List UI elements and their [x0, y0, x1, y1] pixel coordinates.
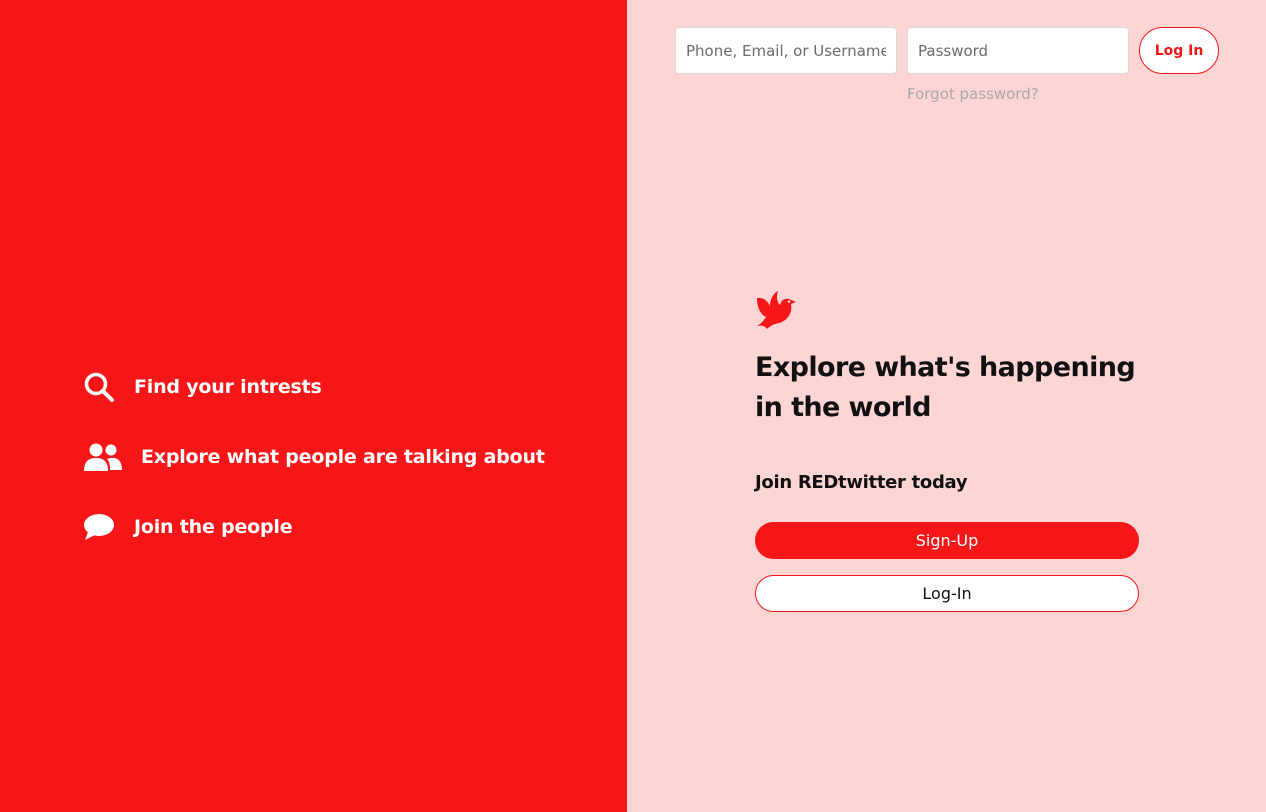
left-panel: Find your intrests Explore what people a…: [0, 0, 627, 812]
forgot-password-link[interactable]: Forgot password?: [907, 85, 1039, 103]
bird-logo-icon: [755, 288, 1155, 330]
login-secondary-button[interactable]: Log-In: [755, 575, 1139, 612]
username-input[interactable]: [675, 27, 897, 74]
hero: Explore what's happening in the world Jo…: [755, 288, 1155, 612]
users-icon: [83, 441, 123, 473]
join-subheadline: Join REDtwitter today: [755, 472, 968, 493]
signup-button[interactable]: Sign-Up: [755, 522, 1139, 559]
login-bar: Log In: [675, 27, 1219, 74]
login-button[interactable]: Log In: [1139, 27, 1219, 74]
feature-find-interests: Find your intrests: [83, 369, 545, 405]
feature-join-people: Join the people: [83, 509, 545, 545]
right-panel: Log In Forgot password? Explore what's h…: [627, 0, 1266, 812]
feature-label: Join the people: [134, 516, 293, 538]
feature-label: Find your intrests: [134, 376, 322, 398]
password-input[interactable]: [907, 27, 1129, 74]
page-headline: Explore what's happening in the world: [755, 352, 1136, 423]
feature-explore-people: Explore what people are talking about: [83, 439, 545, 475]
search-icon: [83, 371, 115, 403]
chat-bubble-icon: [83, 511, 115, 543]
feature-list: Find your intrests Explore what people a…: [83, 369, 545, 579]
feature-label: Explore what people are talking about: [141, 446, 545, 468]
